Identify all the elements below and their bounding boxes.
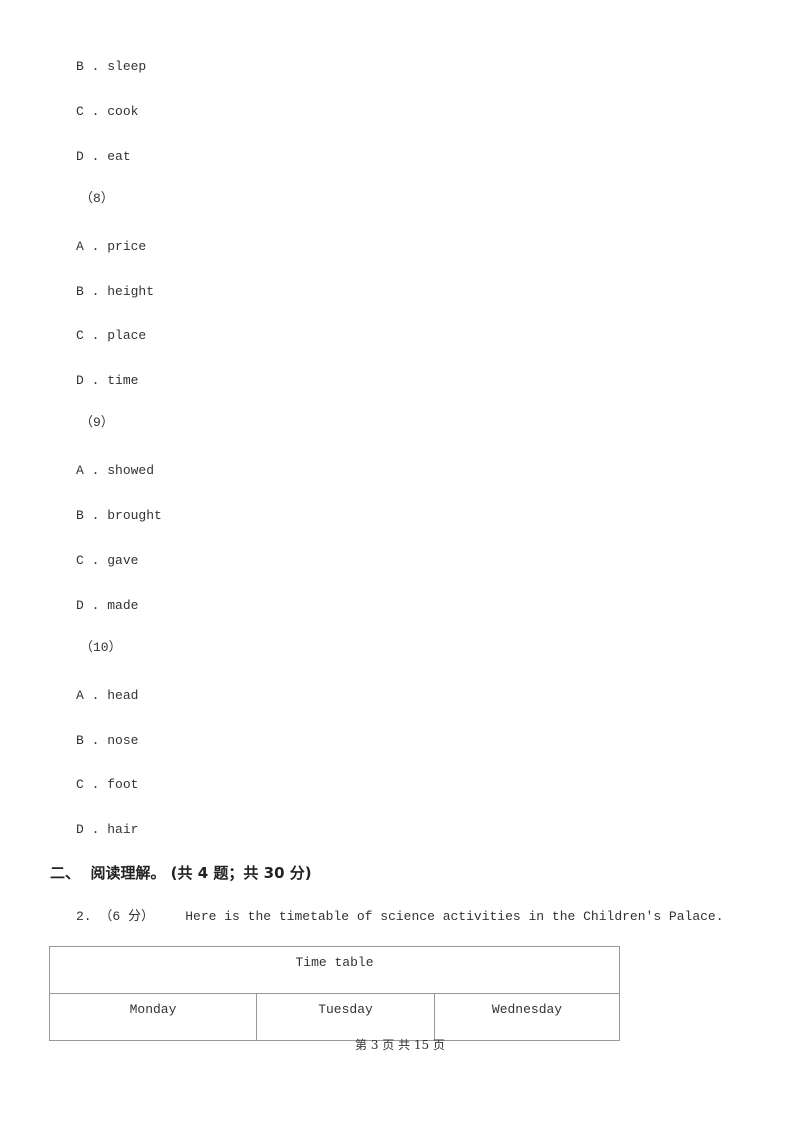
- option-text: eat: [107, 149, 131, 164]
- question-2-number: 2.: [76, 909, 92, 924]
- option-letter: B .: [76, 508, 100, 523]
- question-number-10: （10）: [80, 640, 122, 655]
- option-letter: C .: [76, 777, 100, 792]
- option-text: hair: [107, 822, 139, 837]
- question-number-8: （8）: [80, 191, 114, 206]
- option-letter: B .: [76, 284, 100, 299]
- option-text: nose: [107, 733, 139, 748]
- option-8-c: C . place: [76, 328, 146, 344]
- option-text: price: [107, 239, 147, 254]
- option-letter: D .: [76, 822, 100, 837]
- option-10-a: A . head: [76, 688, 138, 704]
- option-9-c: C . gave: [76, 553, 138, 569]
- question-2-points: （6 分）: [99, 909, 155, 924]
- option-10-c: C . foot: [76, 777, 138, 793]
- section-heading: 二、 阅读理解。 (共 4 题；共 30 分): [50, 864, 312, 882]
- option-9-b: B . brought: [76, 508, 162, 524]
- timetable-day-tuesday: Tuesday: [256, 993, 435, 1041]
- option-letter: C .: [76, 328, 100, 343]
- option-8-b: B . height: [76, 284, 154, 300]
- timetable-title-row: Time table: [49, 946, 620, 994]
- option-10-b: B . nose: [76, 733, 138, 749]
- option-text: place: [107, 328, 147, 343]
- timetable-day-monday: Monday: [49, 993, 257, 1041]
- timetable-days-row: Monday Tuesday Wednesday: [49, 993, 620, 1041]
- option-letter: A .: [76, 688, 100, 703]
- option-10-d: D . hair: [76, 822, 138, 838]
- option-letter: D .: [76, 373, 100, 388]
- option-9-d: D . made: [76, 598, 138, 614]
- option-7-b: B . sleep: [76, 59, 146, 75]
- option-text: height: [107, 284, 155, 299]
- timetable: Time table Monday Tuesday Wednesday: [49, 946, 620, 1041]
- page-footer: 第 3 页 共 15 页: [355, 1038, 445, 1052]
- question-number-9: （9）: [80, 415, 114, 430]
- question-2-prompt: Here is the timetable of science activit…: [185, 909, 724, 924]
- option-text: head: [107, 688, 139, 703]
- option-8-a: A . price: [76, 239, 146, 255]
- option-letter: A .: [76, 463, 100, 478]
- option-7-d: D . eat: [76, 149, 131, 165]
- option-text: brought: [107, 508, 162, 523]
- option-letter: D .: [76, 149, 100, 164]
- option-text: cook: [107, 104, 139, 119]
- option-text: gave: [107, 553, 139, 568]
- option-letter: B .: [76, 733, 100, 748]
- timetable-day-wednesday: Wednesday: [434, 993, 620, 1041]
- timetable-title: Time table: [49, 946, 620, 994]
- option-text: showed: [107, 463, 155, 478]
- option-7-c: C . cook: [76, 104, 138, 120]
- option-letter: C .: [76, 553, 100, 568]
- option-text: sleep: [107, 59, 147, 74]
- option-text: foot: [107, 777, 139, 792]
- option-text: made: [107, 598, 139, 613]
- option-letter: C .: [76, 104, 100, 119]
- option-9-a: A . showed: [76, 463, 154, 479]
- option-text: time: [107, 373, 139, 388]
- option-letter: B .: [76, 59, 100, 74]
- option-8-d: D . time: [76, 373, 138, 389]
- option-letter: A .: [76, 239, 100, 254]
- option-letter: D .: [76, 598, 100, 613]
- question-2: 2. （6 分） Here is the timetable of scienc…: [76, 909, 724, 925]
